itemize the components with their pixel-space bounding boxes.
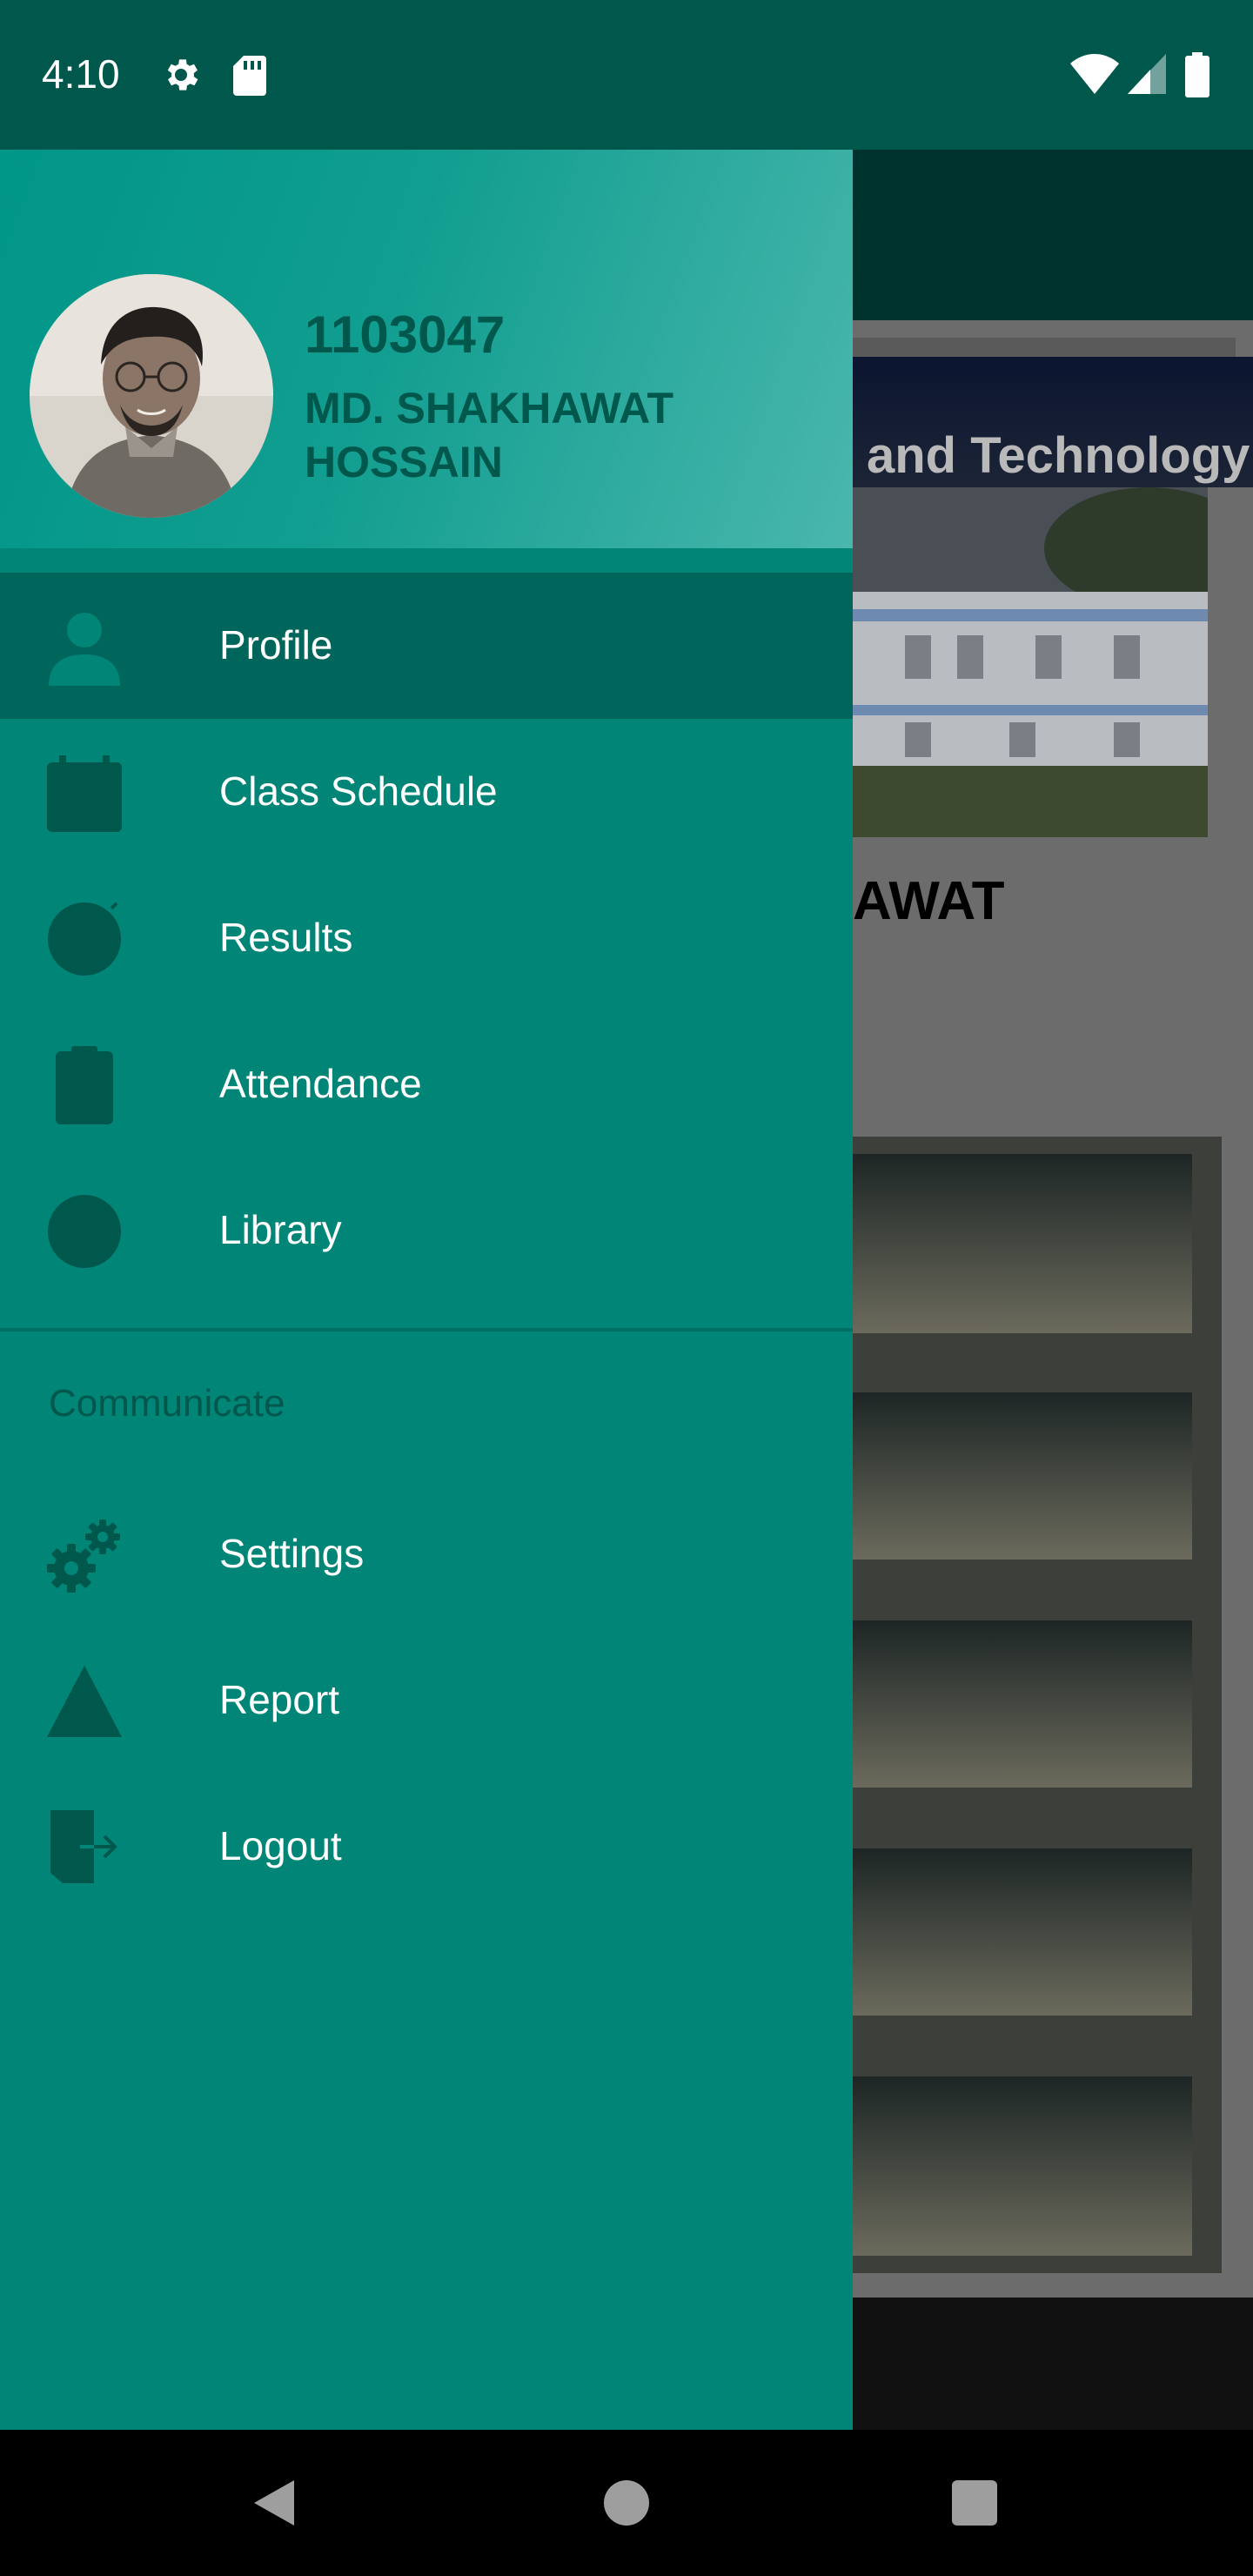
recent-apps-icon[interactable]: [952, 2480, 997, 2526]
menu-item-class-schedule[interactable]: Class Schedule: [0, 719, 853, 865]
navigation-drawer: 1103047 MD. SHAKHAWAT HOSSAIN Profile Cl…: [0, 150, 853, 2430]
library-icon: [48, 1195, 121, 1268]
sd-card-icon: [233, 56, 266, 96]
background-card: [853, 1154, 1192, 1333]
background-toolbar: [853, 150, 1253, 320]
background-banner-text: and Technology: [867, 427, 1250, 484]
status-time: 4:10: [42, 51, 120, 97]
home-icon[interactable]: [604, 2480, 649, 2526]
wifi-icon: [1070, 54, 1119, 94]
battery-icon: [1185, 52, 1209, 97]
results-icon: [48, 902, 121, 976]
cell-signal-icon: [1128, 54, 1166, 94]
background-name-text: AWAT: [853, 871, 1005, 931]
gear-icon: [167, 59, 198, 91]
menu-item-label: Class Schedule: [219, 768, 498, 814]
student-name: MD. SHAKHAWAT HOSSAIN: [305, 384, 674, 486]
avatar[interactable]: [30, 274, 273, 518]
menu-item-label: Library: [219, 1207, 342, 1252]
menu-item-label: Logout: [219, 1823, 342, 1868]
calendar-icon: [47, 755, 122, 832]
menu-item-logout[interactable]: Logout: [0, 1774, 853, 1920]
settings-icon: [47, 1519, 120, 1593]
section-title-communicate: Communicate: [49, 1382, 285, 1425]
background-card: [853, 1392, 1192, 1560]
background-card: [853, 1620, 1192, 1788]
logout-icon: [50, 1810, 117, 1883]
menu-item-label: Report: [219, 1677, 340, 1722]
menu-item-label: Settings: [219, 1531, 365, 1576]
drawer-header: 1103047 MD. SHAKHAWAT HOSSAIN: [0, 150, 853, 548]
back-icon[interactable]: [251, 2479, 299, 2527]
background-bottom: [853, 2298, 1253, 2430]
menu-item-report[interactable]: Report: [0, 1627, 853, 1774]
menu-item-library[interactable]: Library: [0, 1157, 853, 1304]
person-icon: [49, 613, 120, 686]
background-card: [853, 2076, 1192, 2256]
divider: [0, 1328, 853, 1332]
menu-item-settings[interactable]: Settings: [0, 1481, 853, 1627]
background-campus-photo: [853, 487, 1208, 837]
menu-item-profile[interactable]: Profile: [0, 573, 853, 719]
status-bar: 4:10: [0, 0, 1253, 150]
menu-item-label: Attendance: [219, 1061, 422, 1106]
background-card: [853, 1848, 1192, 2016]
menu-item-label: Profile: [219, 622, 333, 667]
report-icon: [47, 1666, 122, 1737]
clipboard-icon: [56, 1046, 113, 1124]
menu-item-label: Results: [219, 915, 353, 960]
menu-item-results[interactable]: Results: [0, 865, 853, 1011]
student-id: 1103047: [305, 305, 506, 364]
menu-item-attendance[interactable]: Attendance: [0, 1011, 853, 1157]
